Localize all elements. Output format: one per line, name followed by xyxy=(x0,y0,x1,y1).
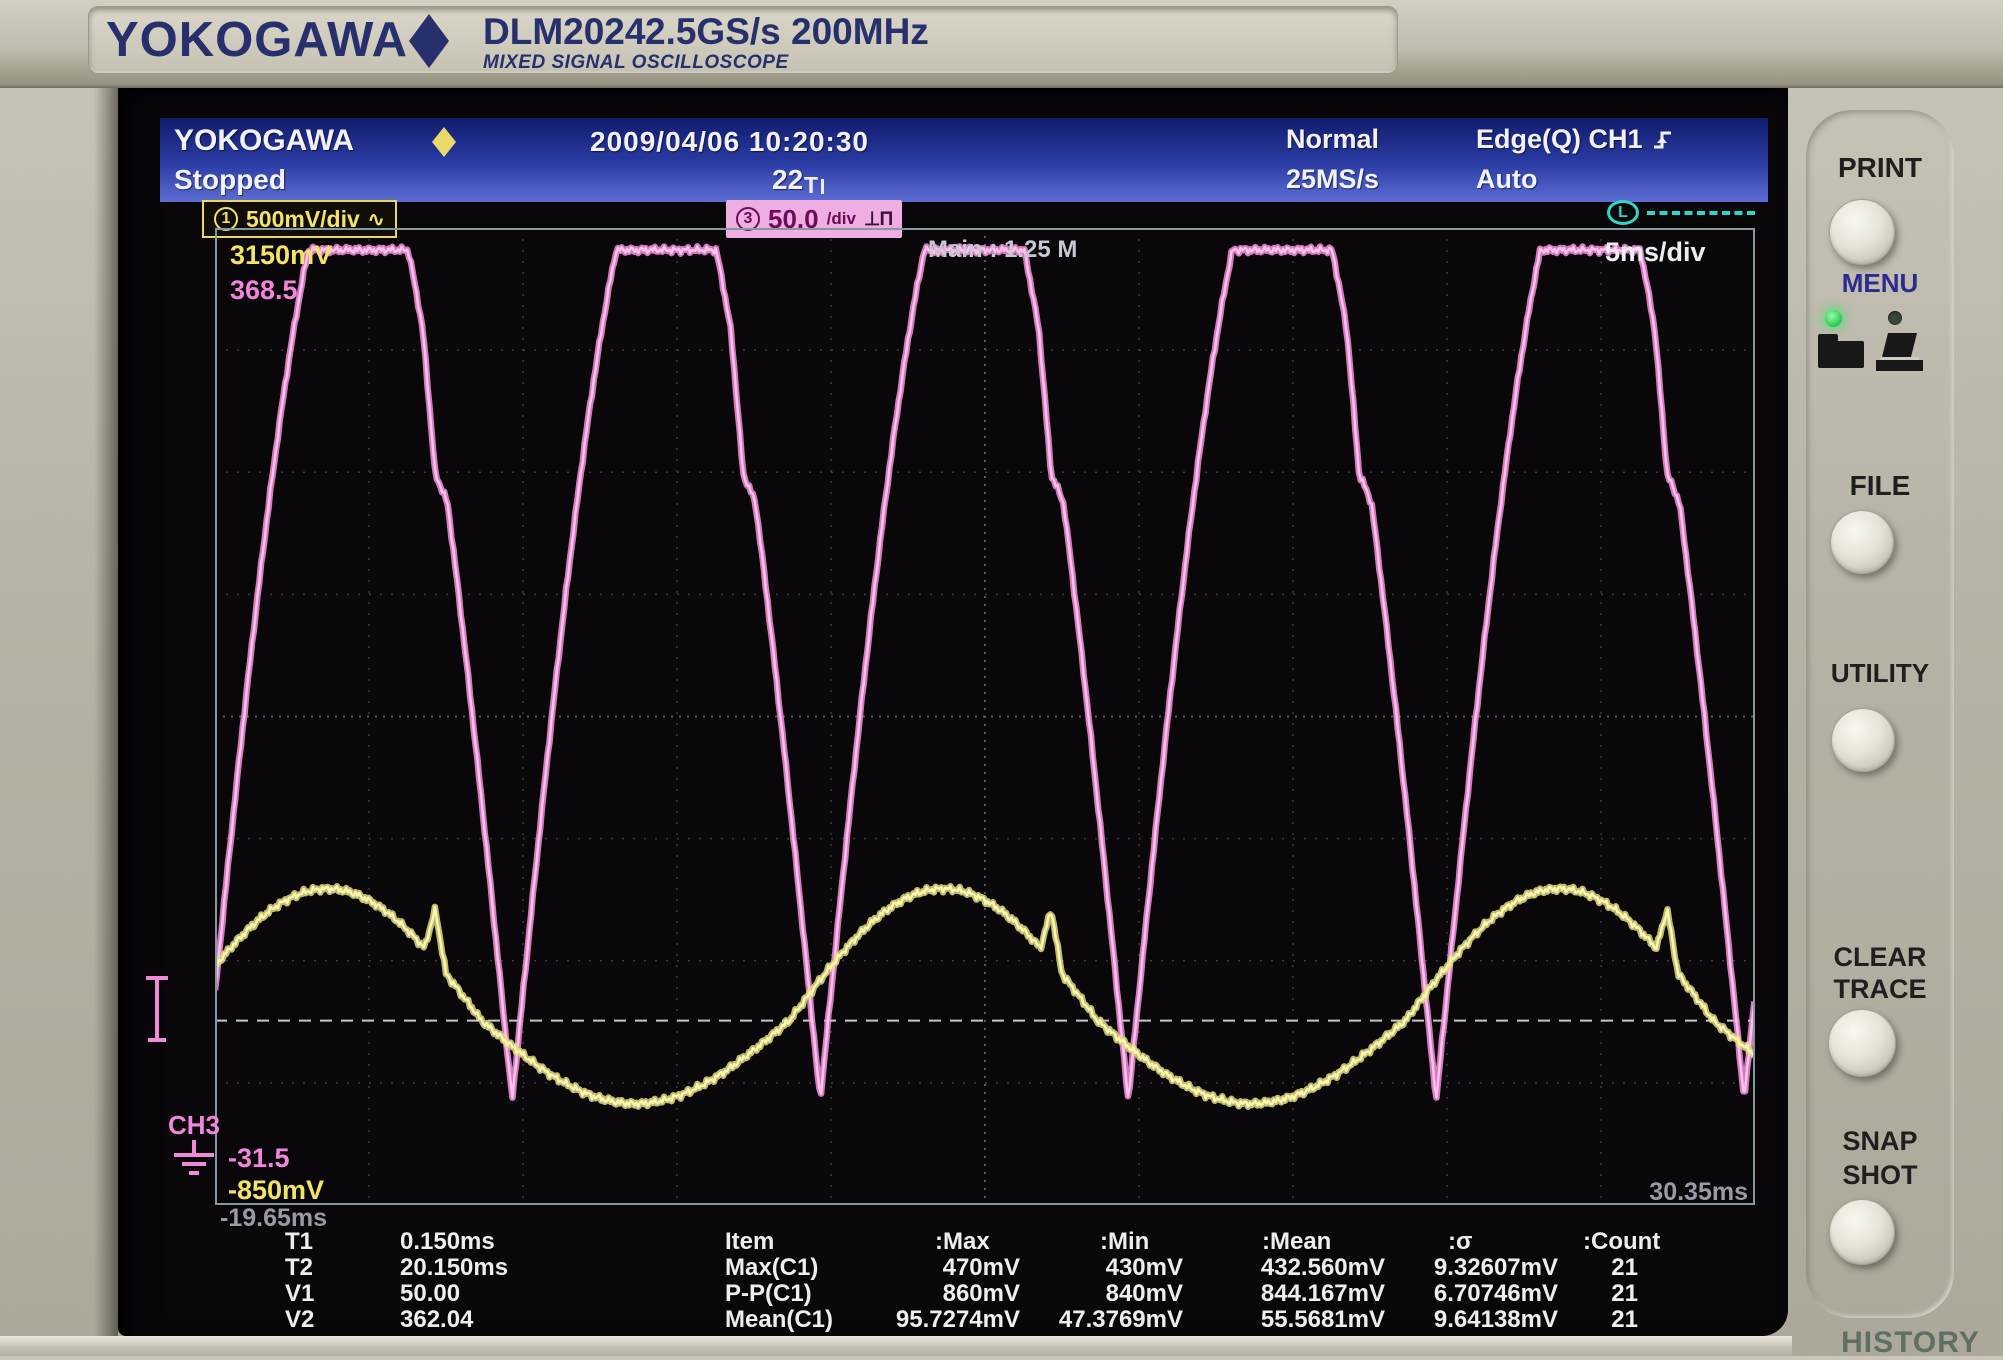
meas-mean: 432.560mV xyxy=(1155,1254,1385,1282)
meas-item: P-P(C1) xyxy=(725,1280,812,1308)
acquisition-status: Stopped xyxy=(174,164,286,196)
column-header-item: Item xyxy=(725,1228,774,1256)
utility-button[interactable] xyxy=(1831,708,1895,772)
snap-shot-label-line2: SHOT xyxy=(1806,1160,1954,1191)
snap-shot-button[interactable] xyxy=(1829,1199,1895,1265)
menu-led-off-icon xyxy=(1888,311,1902,325)
meas-count: 21 xyxy=(1573,1306,1638,1334)
model-subtitle: MIXED SIGNAL OSCILLOSCOPE xyxy=(483,52,789,74)
oscilloscope-front-panel: { "bezel": { "brand": "YOKOGAWA", "model… xyxy=(0,0,2003,1356)
model-specs: 2.5GS/s 200MHz xyxy=(645,11,929,53)
meas-count: 21 xyxy=(1573,1280,1638,1308)
record-length: Main : 1.25 M xyxy=(928,236,1077,264)
trigger-position-marker: T xyxy=(804,172,824,199)
meas-min: 840mV xyxy=(983,1280,1183,1308)
meas-min: 47.3769mV xyxy=(983,1306,1183,1334)
ch1-cursor-value: 3150mV xyxy=(230,240,332,271)
column-header-min: :Min xyxy=(1100,1228,1149,1256)
model-number: DLM2024 xyxy=(483,11,645,53)
cursor-value: 20.150ms xyxy=(400,1254,508,1282)
ch3-cursor-value: 368.5 xyxy=(230,275,298,306)
clear-trace-label-line2: TRACE xyxy=(1806,974,1954,1005)
meas-item: Mean(C1) xyxy=(725,1306,833,1334)
column-header-mean: :Mean xyxy=(1262,1228,1331,1256)
trigger-source: Edge(Q) CH1 xyxy=(1476,124,1673,155)
menu-label: MENU xyxy=(1806,268,1954,299)
screen-left-shadow xyxy=(94,88,118,1336)
cursor-value: 362.04 xyxy=(400,1306,473,1334)
meas-sigma: 9.32607mV xyxy=(1358,1254,1558,1282)
bottom-bezel-edge xyxy=(0,1336,1792,1356)
edge-rising-icon xyxy=(1653,129,1673,151)
ch3-label: CH3 xyxy=(168,1110,220,1141)
snap-shot-label-line1: SNAP xyxy=(1806,1126,1954,1157)
column-header-count: :Count xyxy=(1583,1228,1660,1256)
column-header-sigma: :σ xyxy=(1448,1228,1472,1256)
ground-symbol-icon xyxy=(170,1140,218,1182)
logic-indicator: L xyxy=(1607,200,1755,225)
meas-sigma: 6.70746mV xyxy=(1358,1280,1558,1308)
lcd-screen: YOKOGAWA 2009/04/06 10:20:30 Stopped 22 … xyxy=(118,88,1788,1336)
nameplate: YOKOGAWA DLM2024 2.5GS/s 200MHz MIXED SI… xyxy=(88,6,1398,74)
utility-label: UTILITY xyxy=(1806,658,1954,689)
datetime: 2009/04/06 10:20:30 xyxy=(590,126,869,158)
ch3-scale-unit: /div xyxy=(827,209,856,229)
logic-l-icon: L xyxy=(1607,200,1639,225)
yokogawa-diamond-logo-icon xyxy=(409,14,449,68)
cursor-label: V2 xyxy=(285,1306,314,1334)
screen-header-bar: YOKOGAWA 2009/04/06 10:20:30 Stopped 22 … xyxy=(160,118,1768,202)
screen-diamond-icon xyxy=(432,127,456,157)
file-label: FILE xyxy=(1806,470,1954,502)
meas-count: 21 xyxy=(1573,1254,1638,1282)
acquisition-count: 22 xyxy=(772,164,803,196)
screen-brand: YOKOGAWA xyxy=(174,124,354,158)
sample-rate: 25MS/s xyxy=(1286,164,1379,195)
file-button[interactable] xyxy=(1830,510,1894,574)
history-label: HISTORY xyxy=(1818,1326,2003,1360)
folder-icon xyxy=(1818,341,1864,368)
meas-item: Max(C1) xyxy=(725,1254,818,1282)
menu-led-on-icon xyxy=(1825,310,1842,327)
clear-trace-label-line1: CLEAR xyxy=(1806,942,1954,973)
meas-mean: 844.167mV xyxy=(1155,1280,1385,1308)
cursor-label: T2 xyxy=(285,1254,313,1282)
ch1-offset-readout: -850mV xyxy=(228,1175,324,1206)
brand-logo-text: YOKOGAWA xyxy=(106,12,408,68)
meas-sigma: 9.64138mV xyxy=(1358,1306,1558,1334)
cursor-value: 50.00 xyxy=(400,1280,460,1308)
top-bezel: YOKOGAWA DLM2024 2.5GS/s 200MHz MIXED SI… xyxy=(0,0,2003,88)
ch3-level-marker-icon xyxy=(142,974,176,1058)
print-label: PRINT xyxy=(1806,152,1954,184)
timebase-readout: 5ms/div xyxy=(1605,237,1706,268)
meas-mean: 55.5681mV xyxy=(1155,1306,1385,1334)
cursor-value: 0.150ms xyxy=(400,1228,495,1256)
print-button[interactable] xyxy=(1829,199,1895,265)
cursor-label: V1 xyxy=(285,1280,314,1308)
trigger-position-tick-icon xyxy=(821,179,824,194)
waveform-display xyxy=(215,228,1755,1205)
column-header-max: :Max xyxy=(935,1228,990,1256)
acquisition-mode: Normal xyxy=(1286,124,1379,155)
logic-dashed-line-icon xyxy=(1647,211,1755,215)
trigger-mode: Auto xyxy=(1476,164,1537,195)
printer-icon xyxy=(1876,333,1923,371)
time-axis-right: 30.35ms xyxy=(1548,1178,1748,1207)
ch3-offset-readout: -31.5 xyxy=(228,1143,290,1174)
clear-trace-button[interactable] xyxy=(1828,1009,1896,1077)
cursor-label: T1 xyxy=(285,1228,313,1256)
meas-min: 430mV xyxy=(983,1254,1183,1282)
